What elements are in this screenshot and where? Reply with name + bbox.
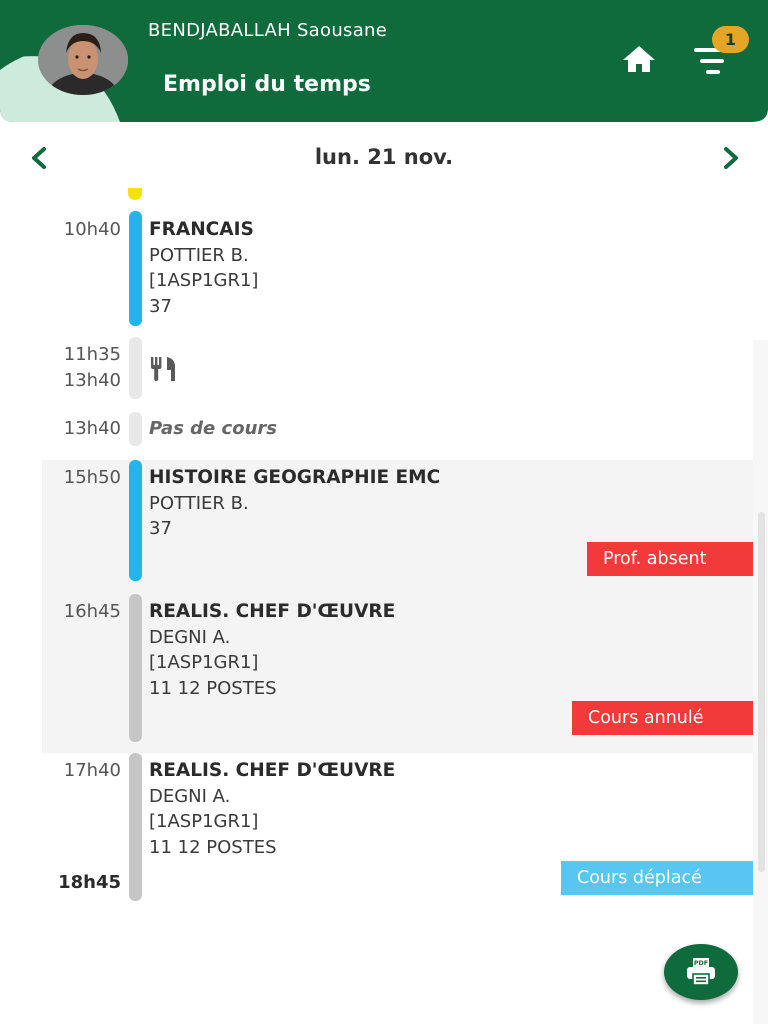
course-room: 11 12 POSTES [149, 678, 277, 699]
status-badge-course-cancelled: Cours annulé [572, 701, 753, 735]
status-badge-teacher-absent: Prof. absent [587, 542, 753, 576]
lunch-start-time: 11h35 [63, 344, 121, 365]
course-color-bar [129, 594, 142, 742]
course-teacher: DEGNI A. [149, 786, 231, 807]
current-date: lun. 21 nov. [314, 145, 454, 169]
user-name: BENDJABALLAH Saousane [148, 20, 388, 41]
scrollbar-thumb[interactable] [758, 512, 765, 872]
current-time-indicator [128, 188, 142, 200]
course-subject[interactable]: REALIS. CHEF D'ŒUVRE [149, 760, 395, 781]
course-color-bar [129, 753, 142, 901]
page-title: Emploi du temps [163, 72, 371, 97]
course-color-bar [129, 460, 142, 581]
next-day-button[interactable] [716, 142, 746, 174]
status-badge-course-moved: Cours déplacé [561, 861, 753, 895]
course-start-time: 10h40 [63, 219, 121, 240]
course-group: [1ASP1GR1] [149, 652, 259, 673]
free-period-label: Pas de cours [149, 418, 277, 439]
app-header: BENDJABALLAH Saousane Emploi du temps 1 [0, 0, 768, 122]
pdf-label: PDF [694, 959, 708, 967]
course-subject[interactable]: FRANCAIS [149, 219, 254, 240]
pdf-printer-icon: PDF [687, 958, 715, 986]
course-group: [1ASP1GR1] [149, 811, 259, 832]
course-color-bar [129, 211, 142, 326]
home-button[interactable] [620, 42, 658, 76]
course-group: [1ASP1GR1] [149, 270, 259, 291]
course-end-time: 18h45 [58, 872, 121, 893]
lunch-bar [129, 337, 142, 399]
course-teacher: POTTIER B. [149, 493, 249, 514]
chevron-right-icon [724, 147, 738, 169]
free-bar [129, 412, 142, 446]
course-start-time: 16h45 [63, 601, 121, 622]
notification-badge[interactable]: 1 [712, 26, 749, 53]
fork-knife-icon [151, 357, 176, 381]
user-avatar[interactable] [38, 25, 128, 95]
course-teacher: POTTIER B. [149, 245, 249, 266]
home-icon [623, 46, 655, 72]
course-room: 37 [149, 296, 172, 317]
course-subject[interactable]: HISTOIRE GEOGRAPHIE EMC [149, 467, 440, 488]
course-subject[interactable]: REALIS. CHEF D'ŒUVRE [149, 601, 395, 622]
course-start-time: 15h50 [63, 467, 121, 488]
pdf-export-button[interactable]: PDF [664, 944, 738, 1000]
course-start-time: 17h40 [63, 760, 121, 781]
free-start-time: 13h40 [63, 418, 121, 439]
course-room: 11 12 POSTES [149, 837, 277, 858]
course-room: 37 [149, 518, 172, 539]
course-teacher: DEGNI A. [149, 627, 231, 648]
lunch-end-time: 13h40 [63, 370, 121, 391]
